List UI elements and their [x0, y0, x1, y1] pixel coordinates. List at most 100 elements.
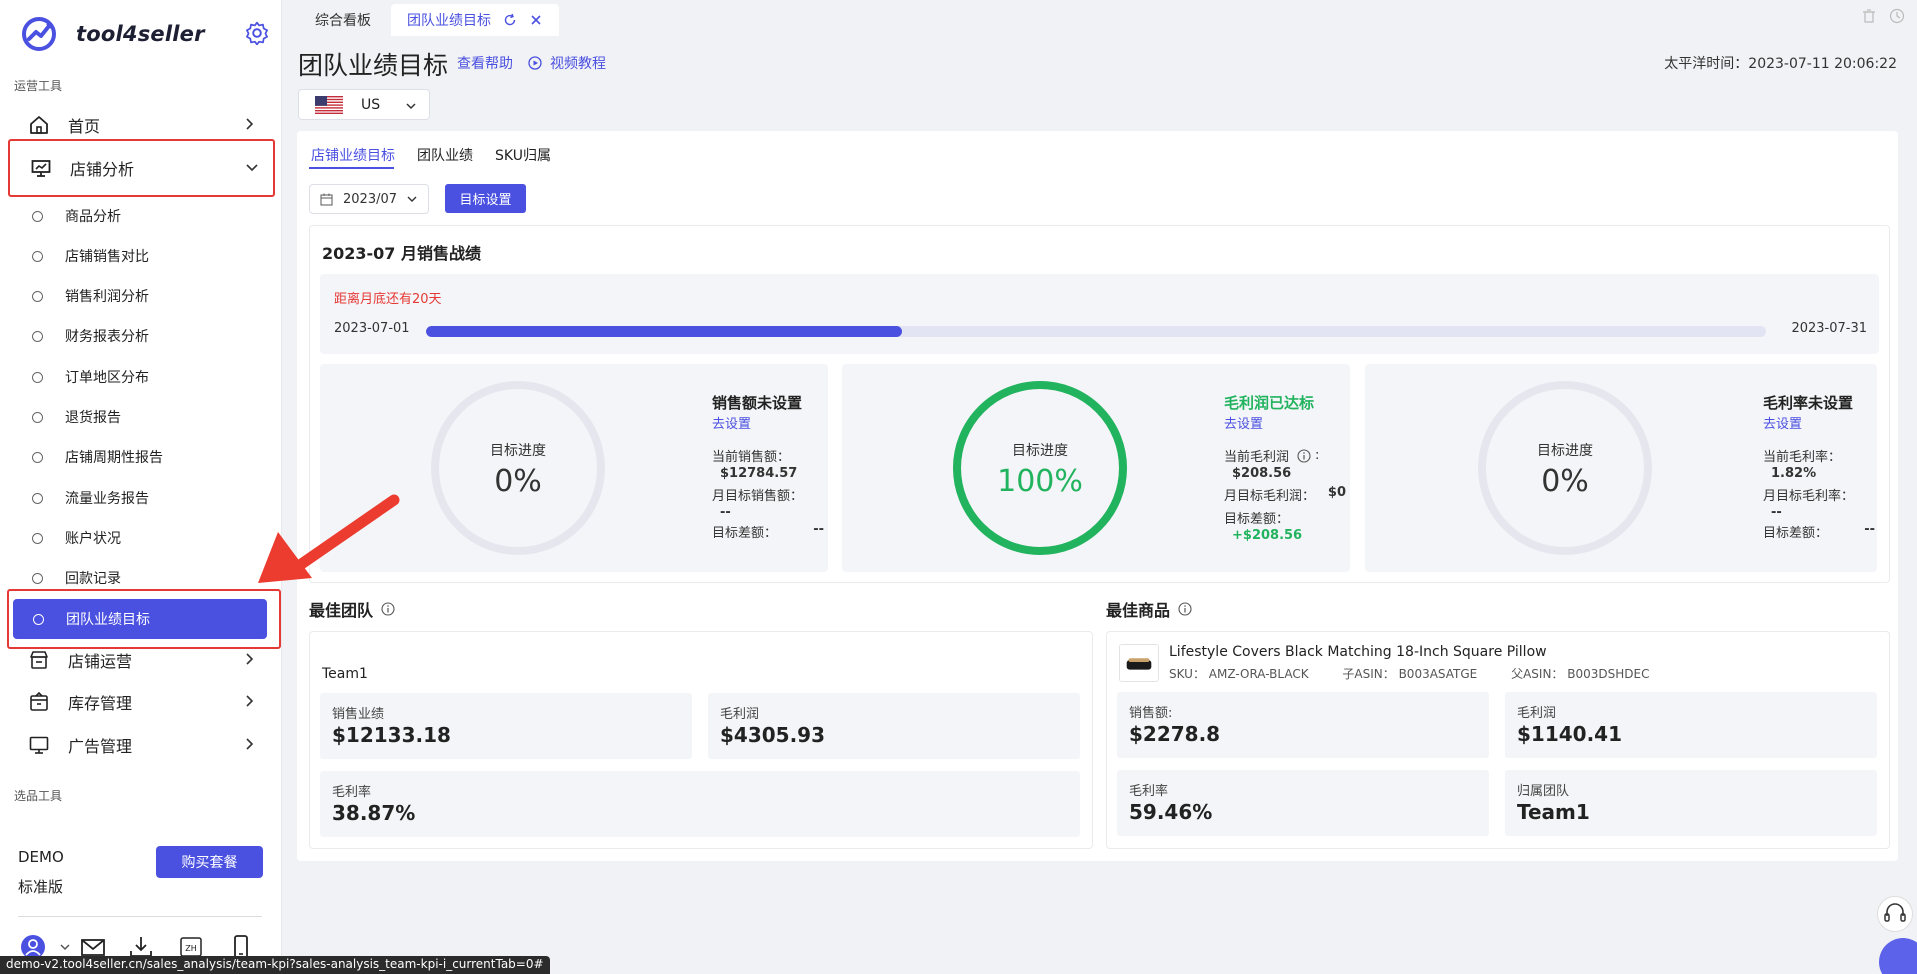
sidebar-subitem-account-status[interactable]: 账户状况 [12, 518, 268, 558]
chart-monitor-icon [31, 160, 51, 177]
product-child-asin: 子ASIN： B003ASATGE [1342, 667, 1478, 681]
metric-label: 毛利润 [720, 707, 760, 722]
trash-icon[interactable] [1861, 8, 1877, 24]
metric-label: 销售额: [1129, 706, 1173, 721]
tab-store-kpi[interactable]: 店铺业绩目标 [311, 145, 395, 165]
ring-label: 目标进度 [1012, 443, 1068, 459]
kpi-card-gross-margin: 目标进度 0% 毛利率未设置 去设置 当前毛利率： 1.82% 月目标毛利率： … [1365, 364, 1877, 572]
circle-dot-icon [32, 411, 43, 423]
main-card: 店铺业绩目标 团队业绩 SKU归属 2023/07 目标设置 2023-07 月… [297, 131, 1898, 861]
sidebar-item-label: 店铺分析 [70, 160, 135, 179]
info-icon[interactable] [1178, 602, 1192, 616]
countdown-text: 距离月底还有20天 [334, 292, 442, 307]
product-title[interactable]: Lifestyle Covers Black Matching 18-Inch … [1169, 644, 1547, 660]
kpi-card-gross-profit: 目标进度 100% 毛利润已达标 去设置 当前毛利润 : $208.56 月目标… [842, 364, 1350, 572]
sidebar-subitem-label: 商品分析 [65, 209, 121, 225]
page-title: 团队业绩目标 [298, 51, 449, 80]
metric-card: 毛利润 $4305.93 [708, 693, 1080, 759]
status-url: demo-v2.tool4seller.cn/sales_analysis/te… [0, 956, 550, 974]
tabs-bar: 综合看板 团队业绩目标 [283, 0, 1917, 36]
kpi-line-label: 月目标销售额： [712, 489, 804, 504]
sidebar-subitem-profit-analysis[interactable]: 销售利润分析 [12, 276, 268, 316]
metric-value: $4305.93 [720, 723, 826, 747]
help-link[interactable]: 查看帮助 [457, 53, 513, 73]
chat-icon[interactable] [1879, 938, 1917, 974]
battle-title: 2023-07 月销售战绩 [322, 244, 482, 263]
info-icon[interactable] [381, 602, 395, 616]
tabs-right-tools [1861, 8, 1905, 24]
sidebar-subitem-label: 订单地区分布 [65, 370, 149, 386]
kpi-line-value: $12784.57 [720, 466, 798, 481]
kpi-line-label: 目标差额： [712, 526, 778, 541]
kpi-set-link[interactable]: 去设置 [1224, 413, 1346, 432]
month-picker-value: 2023/07 [343, 191, 398, 207]
kpi-status: 毛利率未设置 [1763, 394, 1854, 412]
circle-dot-icon [32, 532, 43, 544]
ring-label: 目标进度 [490, 443, 546, 459]
sidebar-subitem-label: 销售利润分析 [65, 289, 149, 305]
sidebar-item-store-analysis[interactable]: 店铺分析 [8, 139, 275, 197]
kpi-line-label: 月目标毛利润： [1224, 489, 1316, 504]
kpi-line-value: -- [1864, 522, 1875, 537]
sidebar-item-label: 库存管理 [68, 694, 133, 713]
kpi-line-label: 目标差额： [1224, 512, 1290, 527]
close-icon[interactable] [529, 13, 543, 27]
sidebar-subitem-order-region[interactable]: 订单地区分布 [12, 357, 268, 397]
svg-text:ZH: ZH [185, 944, 197, 953]
gear-icon[interactable] [244, 20, 270, 46]
tab-overview[interactable]: 综合看板 [299, 4, 387, 36]
kpi-set-link[interactable]: 去设置 [1763, 413, 1875, 432]
sidebar-item-ads[interactable]: 广告管理 [14, 724, 270, 766]
store-icon [30, 651, 48, 669]
info-icon[interactable] [1297, 448, 1311, 463]
kpi-info: 销售额未设置 去设置 当前销售额： $12784.57 月目标销售额： -- 目… [712, 392, 824, 541]
tab-sku-ownership[interactable]: SKU归属 [495, 145, 551, 165]
kpi-target: 月目标毛利润： $0 [1224, 485, 1346, 504]
sidebar-subitem-team-kpi[interactable]: 团队业绩目标 [13, 599, 267, 639]
home-icon [30, 116, 48, 134]
sidebar-subitem-traffic-report[interactable]: 流量业务报告 [12, 478, 268, 518]
team-name: Team1 [322, 666, 368, 682]
sidebar-subitem-product-analysis[interactable]: 商品分析 [12, 196, 268, 236]
tab-team-performance[interactable]: 团队业绩 [417, 145, 473, 165]
video-tutorial-link[interactable]: 视频教程 [528, 53, 606, 73]
sidebar-subitem-store-sales-compare[interactable]: 店铺销售对比 [12, 236, 268, 276]
video-tutorial-label: 视频教程 [550, 56, 606, 72]
best-product-panel: Lifestyle Covers Black Matching 18-Inch … [1106, 631, 1890, 849]
metric-card: 毛利润 $1140.41 [1505, 692, 1877, 758]
sidebar-subitem-label: 店铺周期性报告 [65, 450, 163, 466]
buy-plan-button[interactable]: 购买套餐 [156, 846, 263, 878]
clock-icon[interactable] [1889, 8, 1905, 24]
sidebar-subitem-periodic-report[interactable]: 店铺周期性报告 [12, 437, 268, 477]
account-name: DEMO [18, 848, 64, 866]
logo-mark-icon [22, 17, 56, 51]
kpi-line-label: 当前毛利润 [1224, 450, 1290, 465]
sidebar-subitem-financial-report[interactable]: 财务报表分析 [12, 316, 268, 356]
sidebar-subitem-label: 账户状况 [65, 531, 121, 547]
ring-value: 100% [997, 464, 1083, 499]
headset-icon[interactable] [1877, 896, 1913, 932]
country-select[interactable]: US [298, 89, 430, 120]
section-label-ops: 运营工具 [14, 79, 63, 93]
circle-dot-icon [32, 572, 43, 584]
kpi-set-link[interactable]: 去设置 [712, 413, 824, 432]
target-settings-button[interactable]: 目标设置 [445, 184, 526, 213]
best-team-title: 最佳团队 [309, 601, 374, 620]
month-end-date: 2023-07-31 [1791, 321, 1867, 336]
kpi-line-value: $0 [1327, 485, 1346, 500]
tab-label: 综合看板 [315, 13, 371, 29]
tab-label: 团队业绩目标 [407, 13, 491, 29]
month-picker[interactable]: 2023/07 [309, 184, 429, 214]
tab-team-kpi[interactable]: 团队业绩目标 [391, 4, 559, 36]
product-thumbnail[interactable] [1119, 644, 1159, 682]
metric-label: 归属团队 [1517, 784, 1570, 799]
logo[interactable]: tool4seller [20, 14, 270, 54]
sidebar-subitem-return-report[interactable]: 退货报告 [12, 397, 268, 437]
kpi-info: 毛利润已达标 去设置 当前毛利润 : $208.56 月目标毛利润： $0 目标差… [1224, 392, 1346, 543]
metric-value: Team1 [1517, 800, 1590, 824]
sidebar-item-inventory[interactable]: 库存管理 [14, 681, 270, 723]
refresh-icon[interactable] [503, 13, 517, 27]
divider [18, 916, 262, 917]
sidebar-item-store-ops[interactable]: 店铺运营 [14, 639, 270, 681]
kpi-status: 销售额未设置 [712, 394, 803, 412]
